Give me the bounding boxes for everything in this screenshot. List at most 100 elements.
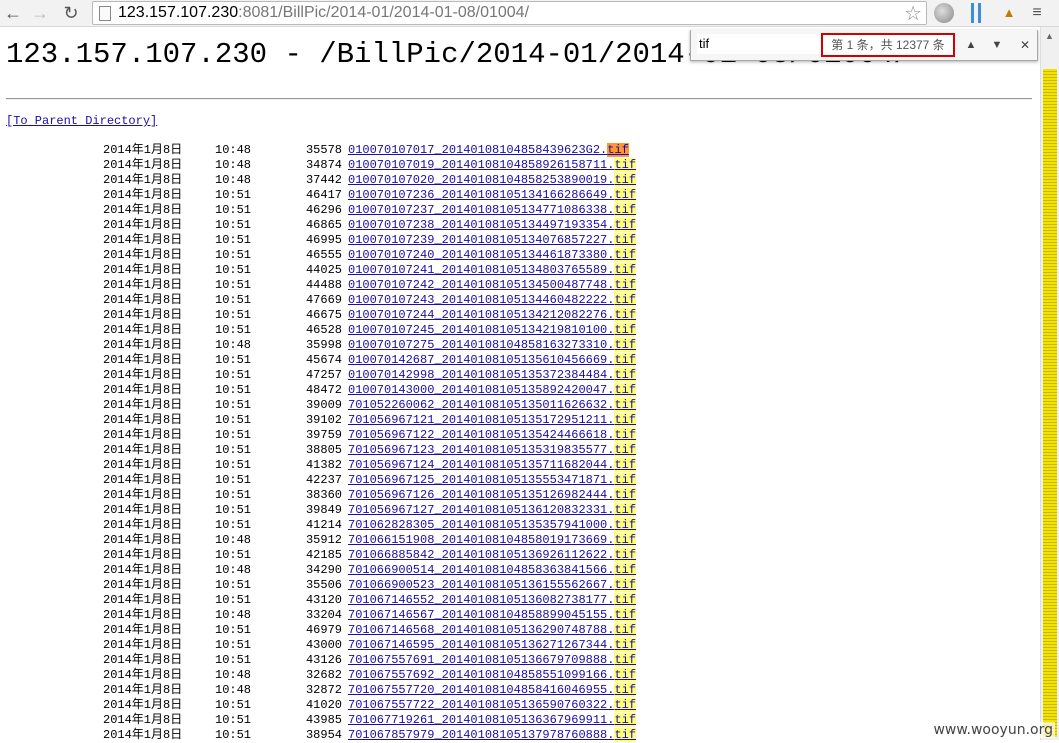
file-link[interactable]: 701067557691_20140108105136679709888.tif [348,653,637,668]
back-arrow-icon[interactable]: ← [2,2,24,24]
extension-person-icon[interactable]: ▲ [999,3,1019,23]
file-link[interactable]: 010070107242_20140108105134500487748.tif [348,278,637,293]
file-time: 10:51 [215,263,252,277]
file-link[interactable]: 010070107245_20140108105134219810100.tif [348,323,637,338]
file-size: 35998 [305,338,342,352]
file-row: 2014年1月8日 10:51 48472 010070143000_20140108… [0,383,1035,398]
file-date: 2014年1月8日 [103,713,183,727]
find-previous-chevron-up-icon[interactable]: ▲ [959,34,983,56]
file-link[interactable]: 010070107020_20140108104858253890019.tif [348,173,637,188]
file-name: 701067557691_20140108105136679709888. [348,653,615,667]
file-link[interactable]: 010070107239_20140108105134076857227.tif [348,233,637,248]
vertical-scrollbar[interactable]: ▲ [1040,27,1059,740]
menu-icon[interactable]: ≡ [1027,3,1047,23]
file-link[interactable]: 010070107244_20140108105134212082276.tif [348,308,637,323]
file-link[interactable]: 701067719261_20140108105136367969911.tif [348,713,637,728]
find-match-highlight: tif [614,173,637,187]
extension-bars-icon[interactable] [966,3,986,23]
file-time: 10:51 [215,203,252,217]
file-link[interactable]: 701066900514_20140108104858363841566.tif [348,563,637,578]
file-link[interactable]: 701056967124_20140108105135711682044.tif [348,458,637,473]
file-link[interactable]: 701056967122_20140108105135424466618.tif [348,428,637,443]
file-row: 2014年1月8日 10:51 41020 701067557722_20140108… [0,698,1035,713]
find-match-highlight: tif [607,143,629,157]
file-name: 701056967122_20140108105135424466618. [348,428,615,442]
file-link[interactable]: 701067557720_20140108104858416046955.tif [348,683,637,698]
file-link[interactable]: 010070107019_20140108104858926158711.tif [348,158,637,173]
file-row: 2014年1月8日 10:51 44025 010070107241_20140108… [0,263,1035,278]
file-time: 10:51 [215,353,252,367]
reload-icon[interactable]: ↻ [60,2,82,24]
file-link[interactable]: 010070107240_20140108105134461873380.tif [348,248,637,263]
file-link[interactable]: 701056967123_20140108105135319835577.tif [348,443,637,458]
scroll-up-arrow-icon[interactable]: ▲ [1045,31,1054,41]
url-text[interactable]: 123.157.107.230:8081/BillPic/2014-01/201… [118,3,529,23]
file-time: 10:51 [215,593,252,607]
file-link[interactable]: 010070107017_20140108104858439623G2.tif [348,143,629,158]
file-name: 701067146595_20140108105136271267344. [348,638,615,652]
file-name: 010070107241_20140108105134803765589. [348,263,615,277]
file-link[interactable]: 701067557692_20140108104858551099166.tif [348,668,637,683]
file-name: 010070107243_20140108105134460482222. [348,293,615,307]
file-link[interactable]: 010070143000_20140108105135892420047.tif [348,383,637,398]
file-link[interactable]: 701056967126_20140108105135126982444.tif [348,488,637,503]
file-name: 701056967127_20140108105136120832331. [348,503,615,517]
find-match-highlight: tif [614,548,637,562]
file-link[interactable]: 010070107237_20140108105134771086338.tif [348,203,637,218]
file-size: 44488 [305,278,342,292]
file-time: 10:51 [215,653,252,667]
file-time: 10:48 [215,668,252,682]
file-link[interactable]: 701062828305_20140108105135357941000.tif [348,518,637,533]
file-row: 2014年1月8日 10:51 46995 010070107239_20140108… [0,233,1035,248]
file-link[interactable]: 701067557722_20140108105136590760322.tif [348,698,637,713]
find-close-icon[interactable]: ✕ [1013,34,1037,56]
file-row: 2014年1月8日 10:51 39759 701056967122_20140108… [0,428,1035,443]
file-link[interactable]: 010070142998_20140108105135372384484.tif [348,368,637,383]
file-name: 701056967121_20140108105135172951211. [348,413,615,427]
bookmark-star-icon[interactable]: ☆ [904,1,922,26]
file-link[interactable]: 010070107275_20140108104858163273310.tif [348,338,637,353]
find-match-highlight: tif [614,488,637,502]
find-match-highlight: tif [614,338,637,352]
file-link[interactable]: 701056967121_20140108105135172951211.tif [348,413,637,428]
file-link[interactable]: 701067857979_20140108105137978760888.tif [348,728,637,743]
file-row: 2014年1月8日 10:51 38954 701067857979_20140108… [0,728,1035,743]
file-row: 2014年1月8日 10:51 46979 701067146568_20140108… [0,623,1035,638]
scrollbar-thumb-match-markers[interactable] [1043,69,1057,737]
file-time: 10:51 [215,473,252,487]
file-link[interactable]: 010070107243_20140108105134460482222.tif [348,293,637,308]
file-row: 2014年1月8日 10:51 43985 701067719261_20140108… [0,713,1035,728]
file-link[interactable]: 701066151908_20140108104858019173669.tif [348,533,637,548]
file-time: 10:51 [215,698,252,712]
file-link[interactable]: 701067146552_20140108105136082738177.tif [348,593,637,608]
extension-globe-icon[interactable] [934,3,954,23]
file-name: 701056967124_20140108105135711682044. [348,458,615,472]
parent-directory-link[interactable]: [To Parent Directory] [6,114,157,128]
file-link[interactable]: 701067146568_20140108105136290748788.tif [348,623,637,638]
forward-arrow-icon[interactable]: → [29,2,51,24]
file-date: 2014年1月8日 [103,338,183,352]
file-link[interactable]: 010070107236_20140108105134166286649.tif [348,188,637,203]
file-row: 2014年1月8日 10:51 47257 010070142998_20140108… [0,368,1035,383]
file-link[interactable]: 701066885842_20140108105136926112622.tif [348,548,637,563]
file-date: 2014年1月8日 [103,248,183,262]
address-bar[interactable]: 123.157.107.230:8081/BillPic/2014-01/201… [92,1,927,25]
file-link[interactable]: 701056967125_20140108105135553471871.tif [348,473,637,488]
file-link[interactable]: 010070107238_20140108105134497193354.tif [348,218,637,233]
file-link[interactable]: 701056967127_20140108105136120832331.tif [348,503,637,518]
file-date: 2014年1月8日 [103,668,183,682]
file-link[interactable]: 701067146595_20140108105136271267344.tif [348,638,637,653]
file-link[interactable]: 701066900523_20140108105136155562667.tif [348,578,637,593]
find-match-highlight: tif [614,473,637,487]
find-next-chevron-down-icon[interactable]: ▼ [985,34,1009,56]
file-size: 39849 [305,503,342,517]
file-link[interactable]: 010070107241_20140108105134803765589.tif [348,263,637,278]
file-row: 2014年1月8日 10:51 43120 701067146552_20140108… [0,593,1035,608]
file-link[interactable]: 010070142687_20140108105135610456669.tif [348,353,637,368]
file-row: 2014年1月8日 10:48 32872 701067557720_20140108… [0,683,1035,698]
file-link[interactable]: 701067146567_20140108104858899045155.tif [348,608,637,623]
file-link[interactable]: 701052260062_20140108105135011626632.tif [348,398,637,413]
browser-toolbar: ← → ↻ 123.157.107.230:8081/BillPic/2014-… [0,0,1059,27]
file-row: 2014年1月8日 10:51 43126 701067557691_20140108… [0,653,1035,668]
file-row: 2014年1月8日 10:51 46528 010070107245_20140108… [0,323,1035,338]
